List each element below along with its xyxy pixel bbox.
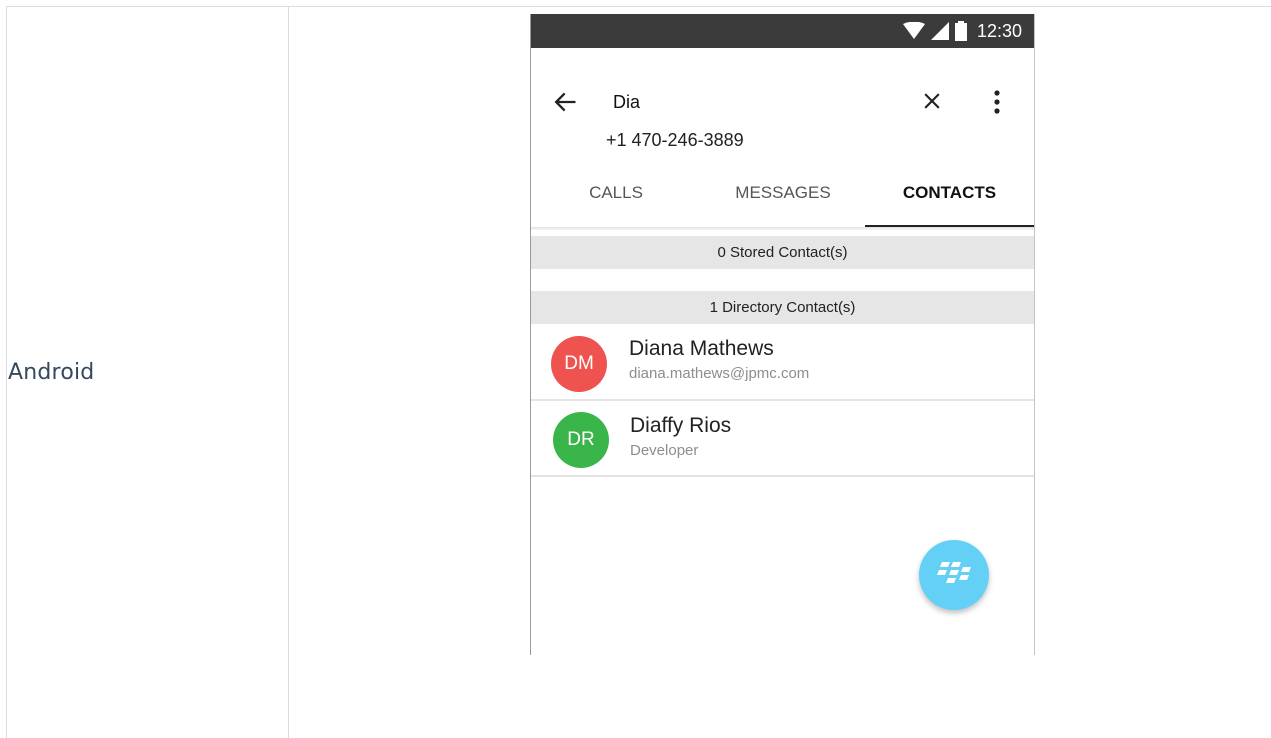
android-screenshot: 12:30 Dia +1 470-246-3889 CALLS MESSAGES…	[530, 14, 1035, 655]
tab-contacts-label: CONTACTS	[902, 183, 997, 202]
table-border-top	[6, 6, 1271, 7]
more-vert-icon[interactable]	[987, 88, 1007, 116]
contact-row[interactable]: DR Diaffy Rios Developer	[531, 401, 1034, 477]
tab-calls[interactable]: CALLS	[531, 178, 701, 228]
platform-label: Android	[8, 360, 95, 385]
tab-messages[interactable]: MESSAGES	[701, 178, 865, 228]
search-query[interactable]: Dia	[613, 92, 640, 113]
avatar: DM	[551, 336, 607, 392]
status-bar: 12:30	[531, 14, 1034, 48]
app-bar: Dia +1 470-246-3889 CALLS MESSAGES CONTA…	[531, 48, 1034, 243]
contact-name: Diaffy Rios	[630, 414, 732, 437]
stored-contacts-header: 0 Stored Contact(s)	[531, 236, 1034, 269]
avatar: DR	[553, 412, 609, 468]
close-icon[interactable]	[919, 88, 945, 114]
status-time: 12:30	[976, 20, 1022, 41]
battery-icon	[954, 21, 967, 41]
app-bar-shadow	[531, 227, 1034, 230]
contact-name: Diana Mathews	[629, 337, 774, 360]
phone-number: +1 470-246-3889	[606, 130, 744, 150]
tab-messages-label: MESSAGES	[735, 183, 831, 202]
blackberry-fab-button[interactable]	[919, 540, 989, 610]
signal-icon	[930, 22, 949, 40]
tab-calls-label: CALLS	[589, 183, 643, 202]
blackberry-icon	[937, 562, 971, 583]
contact-email: diana.mathews@jpmc.com	[629, 365, 810, 382]
contact-title: Developer	[630, 442, 699, 459]
tab-contacts[interactable]: CONTACTS	[865, 178, 1034, 228]
back-arrow-icon[interactable]	[551, 88, 579, 116]
table-column-divider	[288, 6, 289, 738]
wifi-icon	[902, 22, 925, 39]
contact-row[interactable]: DM Diana Mathews diana.mathews@jpmc.com	[531, 325, 1034, 401]
directory-contacts-header: 1 Directory Contact(s)	[531, 291, 1034, 324]
tab-bar: CALLS MESSAGES CONTACTS	[531, 178, 1034, 228]
table-border-left	[6, 6, 7, 738]
